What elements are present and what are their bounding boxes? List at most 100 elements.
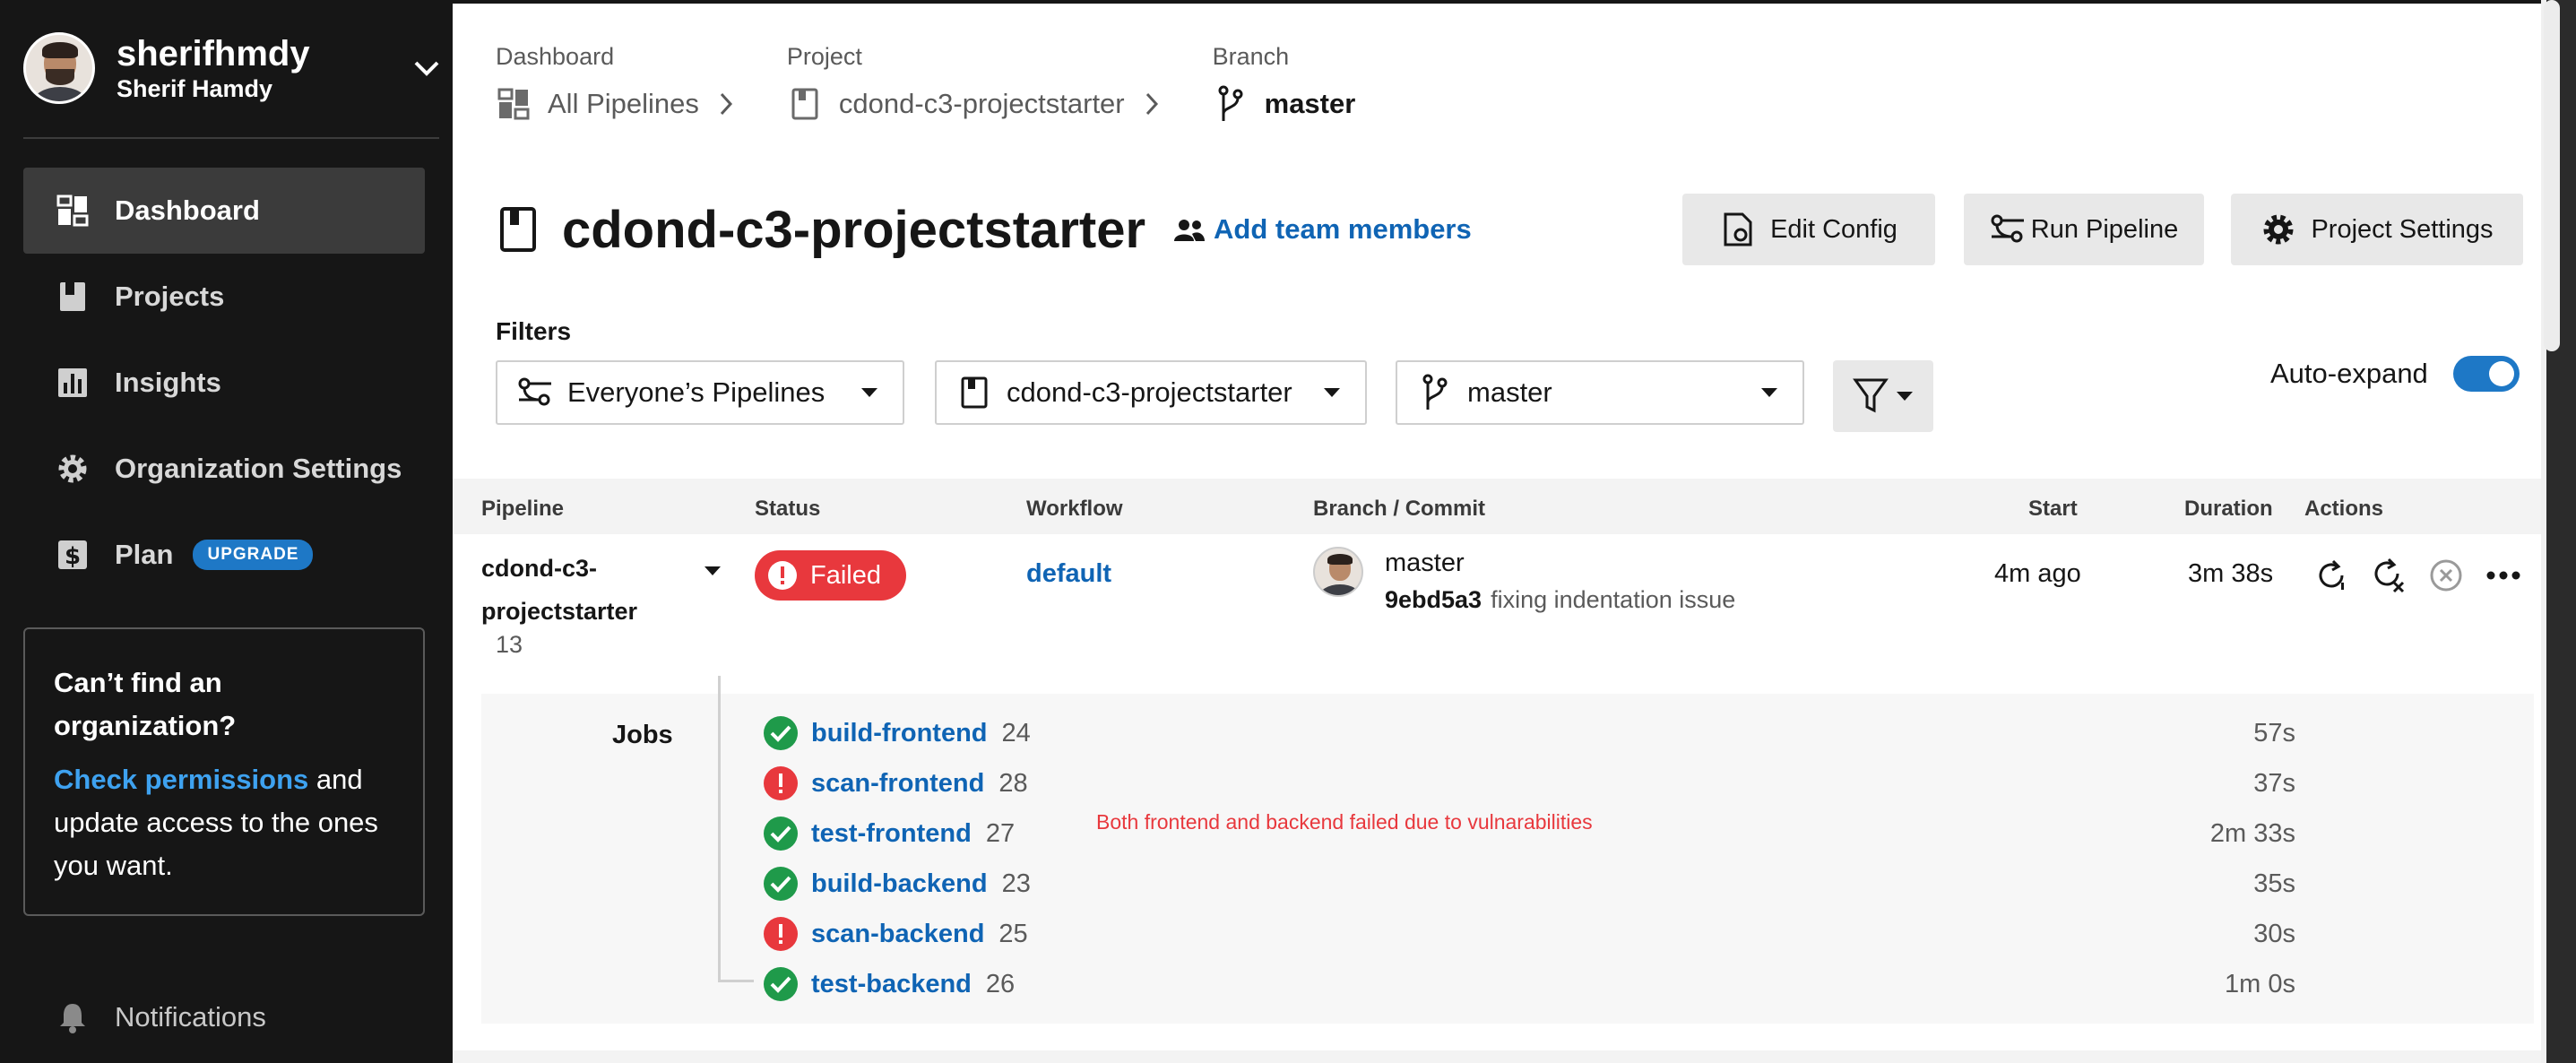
sidebar-item-organization-settings[interactable]: Organization Settings (23, 426, 425, 512)
divider (23, 137, 439, 139)
success-icon (764, 817, 798, 851)
column-header-status: Status (755, 497, 821, 521)
book-icon (956, 375, 992, 411)
funnel-icon (1853, 378, 1889, 413)
sliders-icon (1990, 212, 2026, 247)
org-help-title: Can’t find an organization? (54, 667, 237, 741)
main-content: Dashboard All Pipelines Project cdond-c3… (453, 0, 2546, 1063)
book-icon (496, 203, 540, 255)
advanced-filter-button[interactable] (1833, 360, 1933, 432)
job-number: 26 (985, 969, 1016, 998)
job-name[interactable]: build-backend (811, 869, 988, 899)
job-number: 23 (1001, 869, 1031, 898)
add-team-members-label: Add team members (1214, 213, 1472, 245)
commit-message: fixing indentation issue (1491, 586, 1736, 613)
caret-down-icon (1897, 392, 1913, 401)
add-team-members-link[interactable]: Add team members (1172, 212, 1472, 246)
pipeline-name-link[interactable]: cdond-c3-projectstarter (481, 547, 732, 633)
breadcrumb-label-project: Project (786, 43, 862, 70)
chevron-right-icon (708, 91, 744, 117)
project-settings-label: Project Settings (2311, 214, 2494, 244)
chevron-down-icon[interactable] (409, 50, 445, 86)
workflow-link[interactable]: default (1026, 559, 1111, 589)
job-number: 24 (1001, 718, 1031, 748)
git-branch-icon (1213, 85, 1249, 122)
edit-config-button[interactable]: Edit Config (1682, 194, 1935, 265)
column-header-workflow: Workflow (1026, 497, 1123, 521)
user-menu[interactable]: sherifhmdy Sherif Hamdy (23, 32, 445, 104)
auto-expand-label: Auto-expand (2270, 358, 2428, 389)
caret-down-icon[interactable] (704, 565, 722, 581)
job-name[interactable]: scan-frontend (811, 769, 984, 799)
project-filter-select[interactable]: cdond-c3-projectstarter (935, 360, 1367, 425)
caret-down-icon (856, 379, 883, 406)
sidebar-item-projects[interactable]: Projects (23, 254, 425, 340)
breadcrumb-branch[interactable]: master (1213, 79, 1356, 129)
breadcrumb-text: All Pipelines (548, 88, 699, 119)
branch-filter-select[interactable]: master (1396, 360, 1804, 425)
job-row[interactable]: scan-frontend 28 (763, 758, 1028, 808)
more-options-icon[interactable] (2482, 554, 2525, 597)
job-name[interactable]: scan-backend (811, 920, 984, 949)
job-number: 27 (985, 818, 1016, 848)
jobs-tree-line (718, 980, 754, 982)
sidebar-item-plan[interactable]: $ Plan UPGRADE (23, 512, 425, 598)
scrollbar-thumb[interactable] (2544, 0, 2560, 351)
status-badge[interactable]: Failed (755, 550, 906, 601)
job-number: 25 (998, 919, 1028, 948)
user-handle: sherifhmdy (117, 34, 310, 73)
git-branch-icon (1417, 374, 1453, 411)
divider (453, 1050, 2546, 1063)
column-header-branch-commit: Branch / Commit (1313, 497, 1486, 521)
job-row[interactable]: scan-backend 25 (763, 909, 1028, 959)
dollar-icon: $ (56, 538, 90, 572)
sidebar-item-insights[interactable]: Insights (23, 340, 425, 426)
bell-icon (56, 1000, 90, 1034)
job-name[interactable]: test-frontend (811, 819, 972, 849)
sidebar-nav: Dashboard Projects Insights Organization… (23, 168, 425, 598)
breadcrumb-text: master (1264, 88, 1356, 119)
sidebar-item-label: Notifications (115, 1001, 266, 1033)
job-name[interactable]: build-frontend (811, 719, 988, 748)
error-icon (764, 766, 798, 800)
bar-chart-icon (56, 366, 90, 400)
job-row[interactable]: build-backend 23 (763, 859, 1031, 909)
job-row[interactable]: build-frontend 24 (763, 708, 1031, 758)
edit-config-label: Edit Config (1770, 214, 1897, 244)
breadcrumb: Dashboard All Pipelines Project cdond-c3… (496, 43, 1398, 129)
sidebar-item-label: Plan (115, 539, 174, 570)
commit-sha-link[interactable]: 9ebd5a3 (1385, 586, 1482, 613)
org-help-box: Can’t find an organization? Check permis… (23, 627, 425, 916)
column-header-duration: Duration (2184, 497, 2273, 521)
commit-branch: master (1385, 549, 1465, 577)
column-header-pipeline: Pipeline (481, 497, 565, 521)
run-pipeline-label: Run Pipeline (2030, 214, 2179, 244)
success-icon (764, 967, 798, 1001)
check-permissions-link[interactable]: Check permissions (54, 764, 308, 795)
job-row[interactable]: test-backend 26 (763, 959, 1015, 1009)
project-settings-button[interactable]: Project Settings (2231, 194, 2523, 265)
pipeline-number: 13 (496, 631, 523, 658)
rerun-failed-icon[interactable] (2367, 554, 2410, 597)
pipelines-filter-select[interactable]: Everyone’s Pipelines (496, 360, 904, 425)
job-row[interactable]: test-frontend 27 (763, 808, 1015, 859)
caret-down-icon (1756, 379, 1783, 406)
sidebar-item-dashboard[interactable]: Dashboard (23, 168, 425, 254)
job-name[interactable]: test-backend (811, 970, 972, 999)
upgrade-badge[interactable]: UPGRADE (193, 540, 314, 570)
breadcrumb-project[interactable]: cdond-c3-projectstarter (787, 79, 1170, 129)
pipelines-table-header: Pipeline Status Workflow Branch / Commit… (453, 479, 2546, 534)
commit-info: 9ebd5a3 fixing indentation issue (1385, 586, 1735, 614)
breadcrumb-all-pipelines[interactable]: All Pipelines (496, 79, 744, 129)
breadcrumb-label-branch: Branch (1212, 43, 1290, 70)
org-help-body: Check permissions and update access to t… (54, 758, 394, 887)
run-pipeline-button[interactable]: Run Pipeline (1964, 194, 2204, 265)
auto-expand-toggle[interactable] (2452, 356, 2520, 392)
rerun-icon[interactable] (2310, 554, 2353, 597)
dashboard-icon (496, 86, 532, 122)
row-actions (2310, 554, 2539, 597)
jobs-panel: Jobs build-frontend 24 57s scan-frontend… (481, 676, 2534, 1024)
sidebar-item-notifications[interactable]: Notifications (56, 995, 266, 1040)
job-duration: 37s (2253, 768, 2295, 798)
sidebar-item-label: Organization Settings (115, 453, 402, 484)
